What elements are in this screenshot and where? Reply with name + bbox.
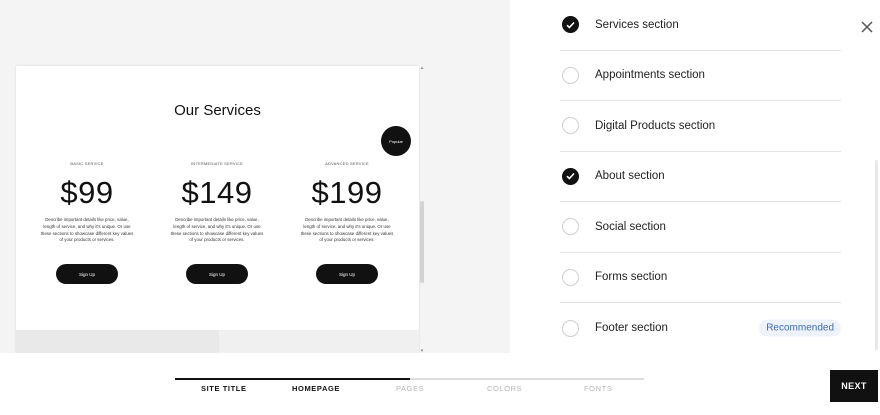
sign-up-button[interactable]: Sign Up <box>186 264 248 285</box>
service-label: Basic Service <box>70 161 104 166</box>
section-label: Social section <box>595 220 666 233</box>
service-description: Describe important details like price, v… <box>40 217 134 243</box>
wizard-footer: Site Title Homepage Pages Colors Fonts N… <box>0 353 880 415</box>
section-label: Appointments section <box>595 69 705 82</box>
pricing-card: Basic Service $99 Describe important det… <box>22 161 152 285</box>
step-pages[interactable]: Pages <box>396 384 424 393</box>
check-icon[interactable] <box>562 66 579 84</box>
sign-up-button[interactable]: Sign Up <box>56 264 118 285</box>
step-fonts[interactable]: Fonts <box>584 384 612 393</box>
scroll-up-icon[interactable]: ▴ <box>419 66 425 71</box>
section-item-forms[interactable]: Forms section <box>560 253 841 303</box>
price: $99 <box>60 175 114 210</box>
close-button[interactable] <box>859 19 875 35</box>
panel-scrollbar[interactable] <box>875 160 878 350</box>
section-item-digital-products[interactable]: Digital Products section <box>560 101 841 152</box>
sign-up-button[interactable]: Sign Up <box>316 264 378 285</box>
next-section-image <box>16 330 419 353</box>
check-icon[interactable] <box>562 218 579 236</box>
check-icon[interactable] <box>562 319 579 337</box>
popular-badge: Popular <box>381 126 411 156</box>
service-description: Describe important details like price, v… <box>300 217 394 243</box>
check-icon[interactable] <box>562 117 579 135</box>
section-item-about[interactable]: About section <box>560 152 841 202</box>
pricing-card: Intermediate Service $149 Describe impor… <box>152 161 282 285</box>
step-colors[interactable]: Colors <box>487 384 522 393</box>
step-site-title[interactable]: Site Title <box>201 384 247 393</box>
image-panel <box>219 330 419 353</box>
step-homepage[interactable]: Homepage <box>292 384 340 393</box>
section-item-services[interactable]: Services section <box>560 0 841 51</box>
scrollbar-thumb[interactable] <box>420 201 424 283</box>
service-label: Intermediate Service <box>190 161 244 166</box>
close-icon[interactable] <box>859 19 875 35</box>
price: $199 <box>311 175 383 210</box>
check-icon[interactable] <box>562 167 579 185</box>
preview-heading: Our Services <box>174 102 261 119</box>
step-progress-fill <box>175 378 410 380</box>
sections-panel: Services section Appointments section Di… <box>510 0 880 353</box>
pricing-card: Advanced Service $199 Describe important… <box>282 161 412 285</box>
preview-scrollbar[interactable]: ▴ ▾ <box>419 66 425 353</box>
service-label: Advanced Service <box>325 161 369 166</box>
section-list: Services section Appointments section Di… <box>560 0 841 354</box>
section-item-appointments[interactable]: Appointments section <box>560 51 841 101</box>
check-icon[interactable] <box>562 16 579 34</box>
step-progress-track <box>175 378 644 380</box>
step-list: Site Title Homepage Pages Colors Fonts <box>175 384 644 396</box>
section-label: Footer section <box>595 322 668 335</box>
recommended-badge: Recommended <box>759 319 841 337</box>
service-description: Describe important details like price, v… <box>170 217 264 243</box>
price: $149 <box>181 175 253 210</box>
section-label: About section <box>595 170 665 183</box>
preview-area: Our Services Popular Basic Service $99 D… <box>0 0 510 353</box>
app-root: Our Services Popular Basic Service $99 D… <box>0 0 880 415</box>
site-preview: Our Services Popular Basic Service $99 D… <box>16 66 419 353</box>
section-item-footer[interactable]: Footer section Recommended <box>560 303 841 354</box>
section-label: Digital Products section <box>595 119 716 132</box>
next-button[interactable]: NEXT <box>830 370 878 402</box>
section-label: Services section <box>595 18 679 31</box>
section-item-social[interactable]: Social section <box>560 202 841 253</box>
check-icon[interactable] <box>562 268 579 286</box>
section-label: Forms section <box>595 271 668 284</box>
